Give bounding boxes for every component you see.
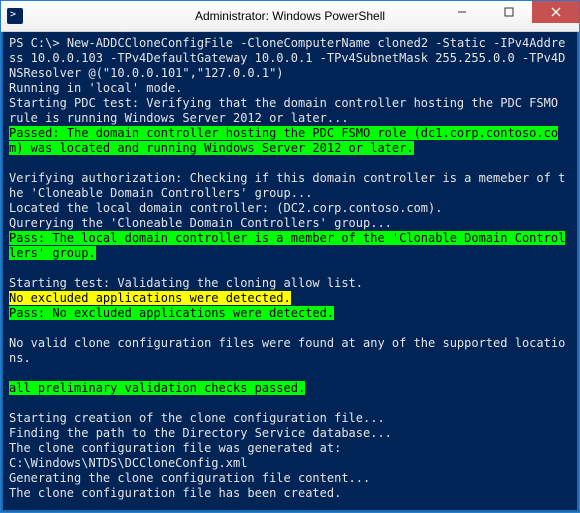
output-line: Starting creation of the clone configura… [9,411,385,425]
powershell-window: Administrator: Windows PowerShell PS C:\… [0,0,580,513]
close-button[interactable] [532,1,579,23]
output-line: No valid clone configuration files were … [9,336,565,365]
maximize-button[interactable] [485,1,532,23]
powershell-icon [7,8,23,24]
output-line: Generating the clone configuration file … [9,471,370,485]
output-pass-line: all preliminary validation checks passed… [9,381,305,395]
output-line: Located the local domain controller: (DC… [9,201,442,215]
close-icon [551,7,561,17]
output-line: The clone configuration file was generat… [9,441,341,455]
command-text: New-ADDCCloneConfigFile -CloneComputerNa… [9,36,565,80]
output-line: Running in 'local' mode. [9,81,182,95]
output-line: The clone configuration file has been cr… [9,486,341,500]
output-warn-line: No excluded applications were detected. [9,291,291,305]
minimize-button[interactable] [438,1,485,23]
output-line: Verifying authorization: Checking if thi… [9,171,565,200]
output-line: Qurerying the 'Cloneable Domain Controll… [9,216,392,230]
window-controls [438,1,579,31]
output-line: Starting PDC test: Verifying that the do… [9,96,565,125]
minimize-icon [457,7,467,17]
prompt: PS C:\> [9,36,60,50]
titlebar[interactable]: Administrator: Windows PowerShell [1,1,579,32]
output-line: Starting test: Validating the cloning al… [9,276,363,290]
output-pass-line: Pass: No excluded applications were dete… [9,306,334,320]
output-pass-line: Passed: The domain controller hosting th… [9,126,558,155]
console-output[interactable]: PS C:\> New-ADDCCloneConfigFile -CloneCo… [1,32,579,512]
output-pass-line: Pass: The local domain controller is a m… [9,231,565,260]
output-line: Finding the path to the Directory Servic… [9,426,392,440]
maximize-icon [504,7,514,17]
app-icon-slot [1,8,29,24]
output-line: C:\Windows\NTDS\DCCloneConfig.xml [9,456,247,470]
